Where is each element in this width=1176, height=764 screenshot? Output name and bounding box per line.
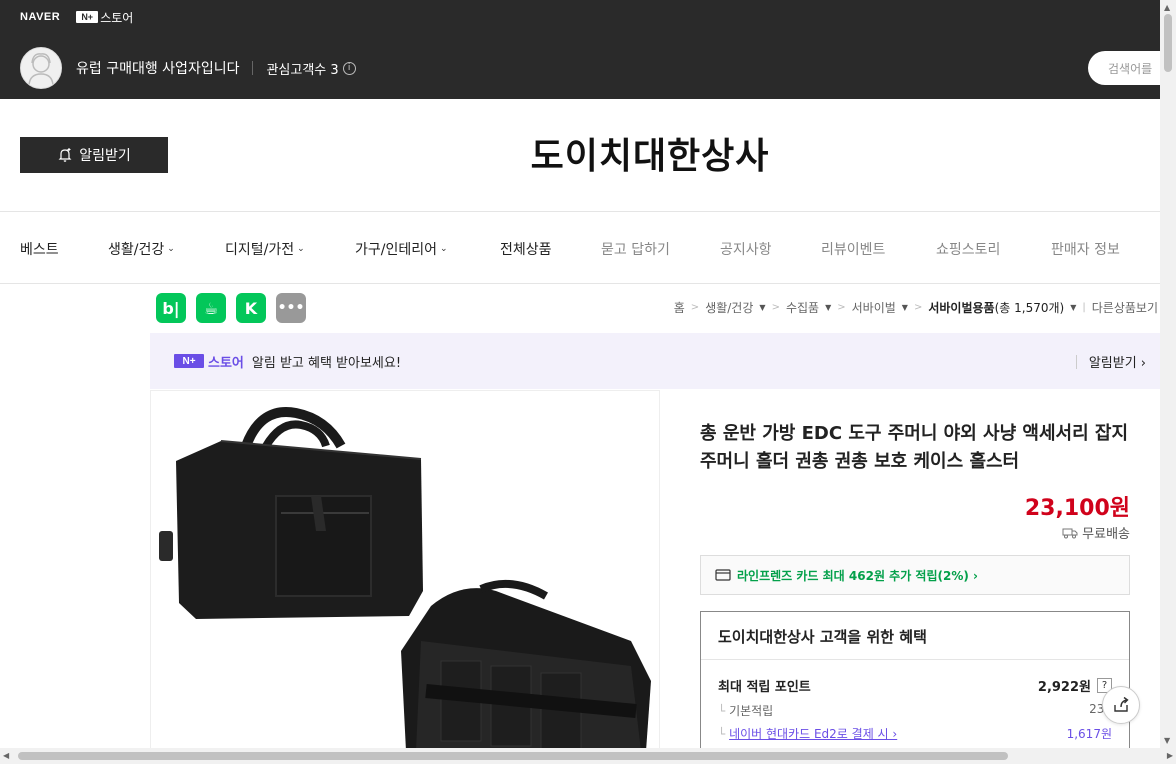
nav-seller-info[interactable]: 판매자 정보 <box>1051 239 1120 259</box>
user-avatar-icon <box>28 53 54 85</box>
store-label: 스토어 <box>208 355 244 371</box>
card-points-row: └ 네이버 현대카드 Ed2로 결제 시 › 1,617원 <box>718 725 1112 742</box>
seller-name[interactable]: 유럽 구매대행 사업자입니다 <box>76 58 239 78</box>
product-photo-bag <box>159 407 651 749</box>
nav-living-health[interactable]: 생활/건강 ⌄ <box>108 239 175 259</box>
product-image[interactable] <box>150 390 660 750</box>
caret-down-icon[interactable]: ▼ <box>902 303 908 312</box>
divider: | <box>1082 302 1086 313</box>
fans-label: 관심고객수 3 <box>266 62 339 78</box>
chevron-down-icon: ⌄ <box>440 244 448 254</box>
breadcrumb-collectibles[interactable]: 수집품 <box>786 299 819 316</box>
nav-review-event[interactable]: 리뷰이벤트 <box>821 239 885 259</box>
nplus-badge: N+ <box>174 354 204 368</box>
store-header: 알림받기 도이치대한상사 <box>0 99 1160 212</box>
nav-best[interactable]: 베스트 <box>20 239 59 259</box>
tree-branch-icon: └ <box>718 704 726 718</box>
product-title: 총 운반 가방 EDC 도구 주머니 야외 사냥 액세서리 잡지 주머니 홀더 … <box>700 423 1129 472</box>
caret-down-icon[interactable]: ▼ <box>759 303 765 312</box>
page: NAVER N+ 스토어 유럽 구매대행 사업자입니다 관심고객수 3 i 검색… <box>0 0 1176 764</box>
divider <box>701 659 1129 660</box>
nav-all-products[interactable]: 전체상품 <box>500 239 552 259</box>
breadcrumb: 홈 > 생활/건강 ▼ > 수집품 ▼ > 서바이벌 ▼ > 서바이벌용품(총 … <box>674 299 1158 316</box>
benefit-title: 도이치대한상사 고객을 위한 혜택 <box>718 628 927 646</box>
store-label: 스토어 <box>100 10 134 25</box>
tree-branch-icon: └ <box>718 727 726 741</box>
scroll-right-icon[interactable]: ▶ <box>1167 751 1173 760</box>
chevron-right-icon: > <box>771 302 780 313</box>
category-nav: 베스트 생활/건강 ⌄ 디지털/가전 ⌄ 가구/인테리어 ⌄ 전체상품 묻고 답하기 … <box>0 212 1160 284</box>
scroll-left-icon[interactable]: ◀ <box>3 751 9 760</box>
scroll-up-icon[interactable]: ▲ <box>1164 3 1170 12</box>
horizontal-scroll-thumb[interactable] <box>18 752 1008 760</box>
seller-row: 유럽 구매대행 사업자입니다 관심고객수 3 i <box>20 46 356 90</box>
caret-down-icon[interactable]: ▼ <box>1070 303 1076 312</box>
promo-banner: N+ 스토어 알림 받고 혜택 받아보세요! 알림받기 › <box>150 333 1160 389</box>
truck-icon <box>1062 528 1078 538</box>
store-title[interactable]: 도이치대한상사 <box>0 127 1160 179</box>
promo-text: 알림 받고 혜택 받아보세요! <box>251 355 402 371</box>
basic-points-label: 기본적립 <box>729 704 774 718</box>
customer-benefit-box: 도이치대한상사 고객을 위한 혜택 최대 적립 포인트 2,922원 ? └ 기… <box>700 611 1130 761</box>
max-points-value: 2,922원 <box>1037 680 1091 695</box>
vertical-scroll-thumb[interactable] <box>1164 14 1172 72</box>
more-icon[interactable]: ••• <box>276 293 306 323</box>
promo-alarm-link[interactable]: 알림받기 › <box>1075 352 1146 371</box>
brand-row: NAVER N+ 스토어 <box>20 9 133 25</box>
nav-furniture[interactable]: 가구/인테리어 ⌄ <box>355 239 448 259</box>
other-products-link[interactable]: 다른상품보기 <box>1092 299 1158 316</box>
basic-points-row: └ 기본적립 231 <box>718 702 1112 719</box>
delivery-info: 무료배송 <box>1062 523 1130 542</box>
credit-card-icon <box>715 569 731 581</box>
nplus-store-logo: N+ 스토어 <box>174 352 244 371</box>
max-points-row: 최대 적립 포인트 2,922원 ? <box>718 676 1112 695</box>
breadcrumb-survival[interactable]: 서바이벌 <box>852 299 896 316</box>
chevron-down-icon: ⌄ <box>167 244 175 254</box>
product-price: 23,100원 <box>1024 496 1130 521</box>
vertical-scrollbar[interactable]: ▲ ▼ <box>1160 0 1176 748</box>
caret-down-icon[interactable]: ▼ <box>825 303 831 312</box>
cafe-icon[interactable]: ☕ <box>196 293 226 323</box>
nplus-badge: N+ <box>76 11 99 23</box>
card-benefit-link[interactable]: 라인프렌즈 카드 최대 462원 추가 적립(2%) › <box>700 555 1130 595</box>
breadcrumb-living-health[interactable]: 생활/건강 <box>705 299 753 316</box>
divider <box>252 61 254 75</box>
share-icons: b| ☕ K ••• <box>156 293 306 323</box>
card-benefit-text: 라인프렌즈 카드 최대 462원 추가 적립(2%) › <box>737 568 978 583</box>
chevron-right-icon: > <box>913 302 923 313</box>
avatar[interactable] <box>20 47 62 89</box>
share-button[interactable] <box>1102 686 1140 724</box>
card-points-value: 1,617원 <box>1066 727 1112 741</box>
nav-notice[interactable]: 공지사항 <box>720 239 772 259</box>
nav-qna[interactable]: 묻고 답하기 <box>601 239 670 259</box>
breadcrumb-current[interactable]: 서바이벌용품(총 1,570개) <box>928 299 1064 316</box>
search-placeholder: 검색어를 <box>1108 61 1153 76</box>
max-points-label: 최대 적립 포인트 <box>718 680 811 695</box>
nav-digital[interactable]: 디지털/가전 ⌄ <box>225 239 305 259</box>
nav-shopping-story[interactable]: 쇼핑스토리 <box>936 239 1000 259</box>
blog-icon[interactable]: b| <box>156 293 186 323</box>
share-icon <box>1114 696 1129 712</box>
chevron-right-icon: > <box>690 302 700 313</box>
chevron-down-icon: ⌄ <box>297 244 305 254</box>
band-icon[interactable]: K <box>236 293 266 323</box>
divider <box>1075 354 1077 369</box>
horizontal-scrollbar[interactable]: ◀ ▶ <box>0 748 1176 764</box>
breadcrumb-home[interactable]: 홈 <box>674 299 685 316</box>
info-icon[interactable]: i <box>342 61 356 75</box>
nplus-store-logo[interactable]: N+ 스토어 <box>76 9 133 26</box>
top-bar: NAVER N+ 스토어 유럽 구매대행 사업자입니다 관심고객수 3 i 검색… <box>0 0 1176 99</box>
card-points-link[interactable]: 네이버 현대카드 Ed2로 결제 시 › <box>729 727 897 741</box>
delivery-label: 무료배송 <box>1082 527 1130 542</box>
chevron-right-icon: > <box>837 302 846 313</box>
fans-count: 관심고객수 3 i <box>266 59 356 78</box>
naver-logo[interactable]: NAVER <box>20 11 60 23</box>
scroll-down-icon[interactable]: ▼ <box>1164 736 1170 745</box>
